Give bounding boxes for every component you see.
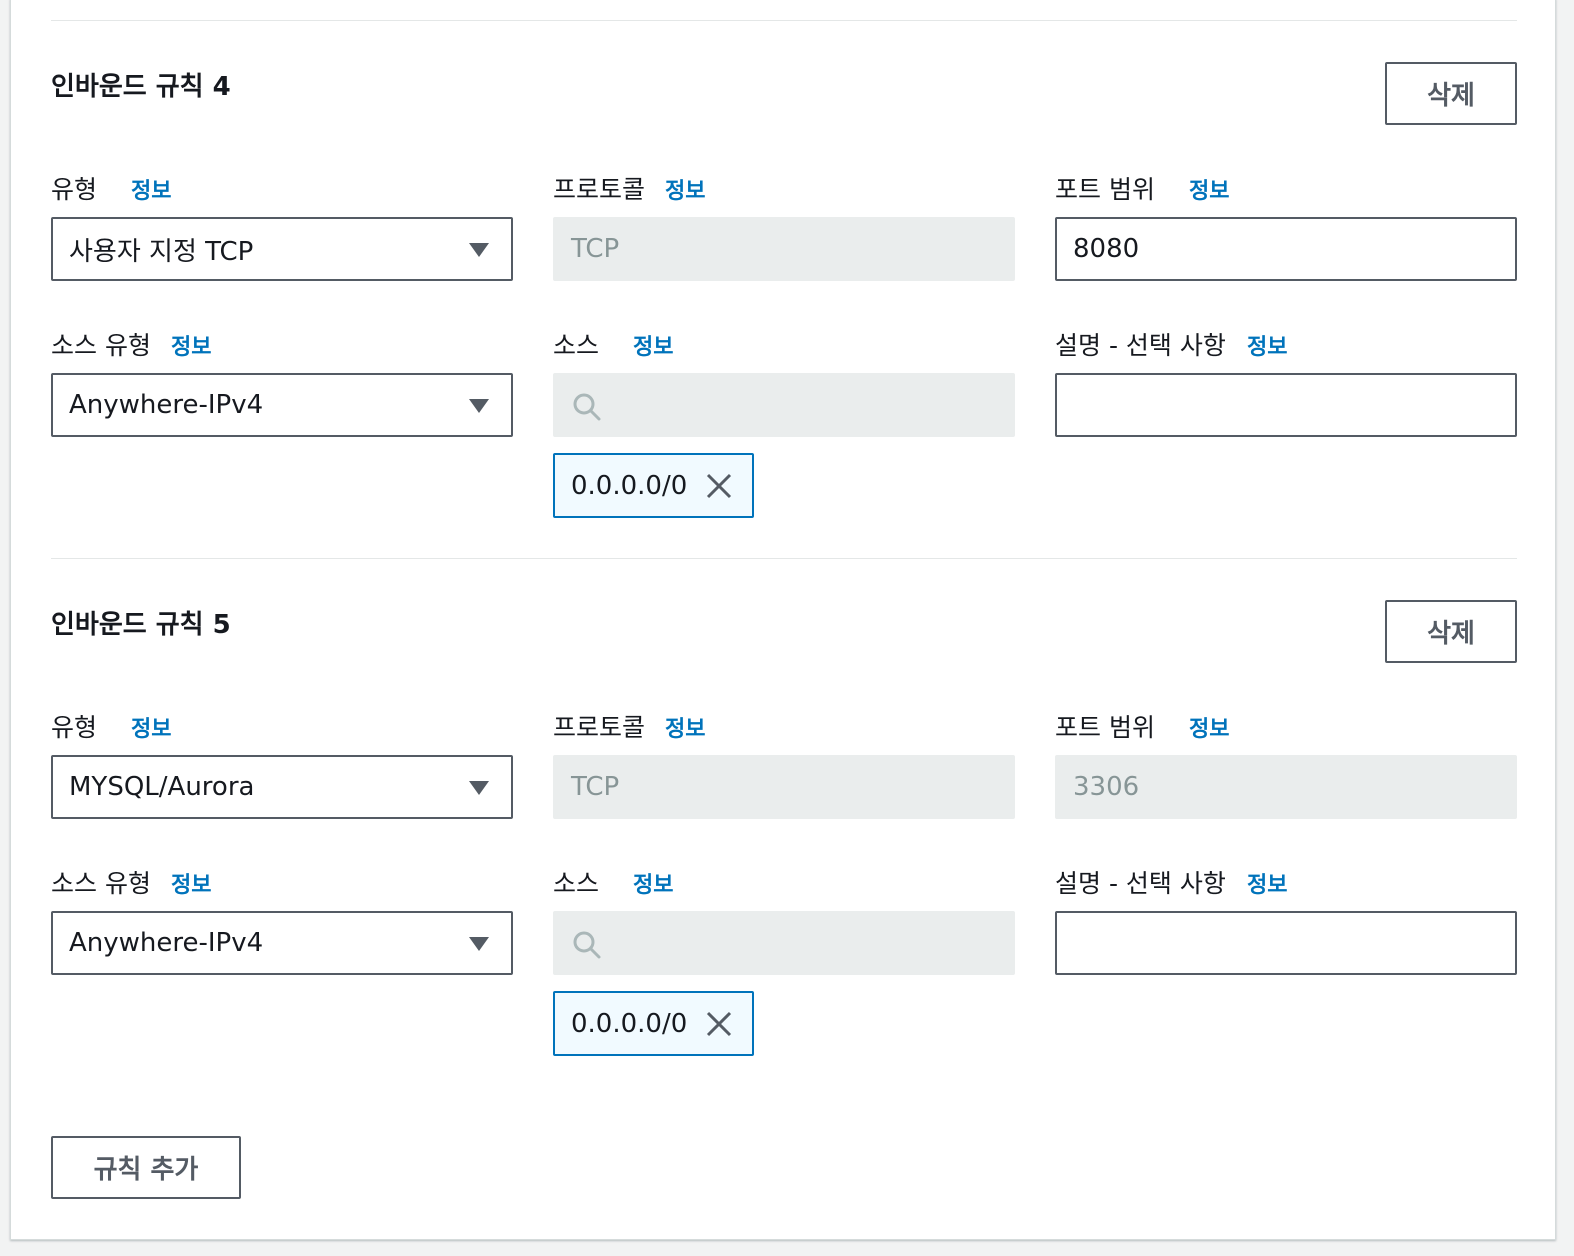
rule-4-port-input[interactable]: 8080 bbox=[1055, 217, 1517, 281]
caret-down-icon bbox=[469, 781, 489, 795]
rule-5-protocol-label: 프로토콜 bbox=[553, 713, 646, 742]
rule-5-title: 인바운드 규칙 5 bbox=[51, 610, 231, 640]
rule-5-type-select[interactable]: MYSQL/Aurora bbox=[51, 755, 513, 819]
caret-down-icon bbox=[469, 243, 489, 257]
rule-4-source-token-value: 0.0.0.0/0 bbox=[571, 470, 688, 501]
rule-4-type-select[interactable]: 사용자 지정 TCP bbox=[51, 217, 513, 281]
rule-5-port-value: 3306 bbox=[1073, 772, 1140, 802]
rule-4-port-info-link[interactable]: 정보 bbox=[1189, 173, 1229, 205]
rule-4-source-token: 0.0.0.0/0 bbox=[553, 453, 754, 518]
rule-5-source-token: 0.0.0.0/0 bbox=[553, 991, 754, 1056]
search-icon bbox=[573, 393, 601, 421]
rule-5-port-label: 포트 범위 bbox=[1055, 713, 1155, 742]
close-icon[interactable] bbox=[704, 1009, 734, 1039]
rule-4-description-input[interactable] bbox=[1055, 373, 1517, 437]
rule-5-description-label: 설명 - 선택 사항 bbox=[1055, 869, 1226, 898]
rule-5-delete-button[interactable]: 삭제 bbox=[1385, 600, 1517, 663]
rule-5-type-info-link[interactable]: 정보 bbox=[131, 711, 171, 743]
rule-4-protocol-field: TCP bbox=[553, 217, 1015, 281]
rule-5-source-type-label: 소스 유형 bbox=[51, 869, 151, 898]
close-icon[interactable] bbox=[704, 471, 734, 501]
rule-4-source-type-label: 소스 유형 bbox=[51, 331, 151, 360]
rule-5-source-info-link[interactable]: 정보 bbox=[633, 867, 673, 899]
rule-4-type-value: 사용자 지정 TCP bbox=[69, 236, 254, 267]
rule-4-type-label: 유형 bbox=[51, 175, 98, 204]
rule-4-delete-button[interactable]: 삭제 bbox=[1385, 62, 1517, 125]
rule-4-protocol-info-link[interactable]: 정보 bbox=[665, 173, 705, 205]
rule-4-description-label: 설명 - 선택 사항 bbox=[1055, 331, 1226, 360]
rule-5-source-token-value: 0.0.0.0/0 bbox=[571, 1008, 688, 1039]
rule-5-source-label: 소스 bbox=[553, 869, 600, 898]
caret-down-icon bbox=[469, 399, 489, 413]
rule-5-source-type-value: Anywhere-IPv4 bbox=[69, 928, 264, 958]
rule-5-protocol-info-link[interactable]: 정보 bbox=[665, 711, 705, 743]
rule-4-source-search-input[interactable] bbox=[553, 373, 1015, 437]
rule-4-description-info-link[interactable]: 정보 bbox=[1247, 329, 1287, 361]
rule-4-port-value: 8080 bbox=[1073, 234, 1140, 264]
rule-5-protocol-field: TCP bbox=[553, 755, 1015, 819]
rule-4-source-type-select[interactable]: Anywhere-IPv4 bbox=[51, 373, 513, 437]
rule-5-port-field: 3306 bbox=[1055, 755, 1517, 819]
add-rule-button[interactable]: 규칙 추가 bbox=[51, 1136, 241, 1199]
rule-5-protocol-value: TCP bbox=[571, 772, 620, 802]
rule-5-source-type-select[interactable]: Anywhere-IPv4 bbox=[51, 911, 513, 975]
rule-5-type-label: 유형 bbox=[51, 713, 98, 742]
rule-4-port-label: 포트 범위 bbox=[1055, 175, 1155, 204]
rule-4-source-type-info-link[interactable]: 정보 bbox=[171, 329, 211, 361]
rule-4-source-label: 소스 bbox=[553, 331, 600, 360]
rule-5-source-type-info-link[interactable]: 정보 bbox=[171, 867, 211, 899]
rule-5-source-search-input[interactable] bbox=[553, 911, 1015, 975]
rule-5-description-info-link[interactable]: 정보 bbox=[1247, 867, 1287, 899]
caret-down-icon bbox=[469, 937, 489, 951]
rule-4-protocol-value: TCP bbox=[571, 234, 620, 264]
inbound-rules-panel: 인바운드 규칙 4 삭제 유형 정보 사용자 지정 TCP 프로토콜 정보 TC… bbox=[10, 0, 1556, 1240]
rule-5-type-value: MYSQL/Aurora bbox=[69, 772, 255, 802]
divider bbox=[51, 20, 1517, 21]
rule-4-source-info-link[interactable]: 정보 bbox=[633, 329, 673, 361]
search-icon bbox=[573, 931, 601, 959]
rule-5-port-info-link[interactable]: 정보 bbox=[1189, 711, 1229, 743]
divider bbox=[51, 558, 1517, 559]
rule-4-title: 인바운드 규칙 4 bbox=[51, 72, 231, 102]
rule-5-description-input[interactable] bbox=[1055, 911, 1517, 975]
rule-4-protocol-label: 프로토콜 bbox=[553, 175, 646, 204]
rule-4-type-info-link[interactable]: 정보 bbox=[131, 173, 171, 205]
rule-4-source-type-value: Anywhere-IPv4 bbox=[69, 390, 264, 420]
